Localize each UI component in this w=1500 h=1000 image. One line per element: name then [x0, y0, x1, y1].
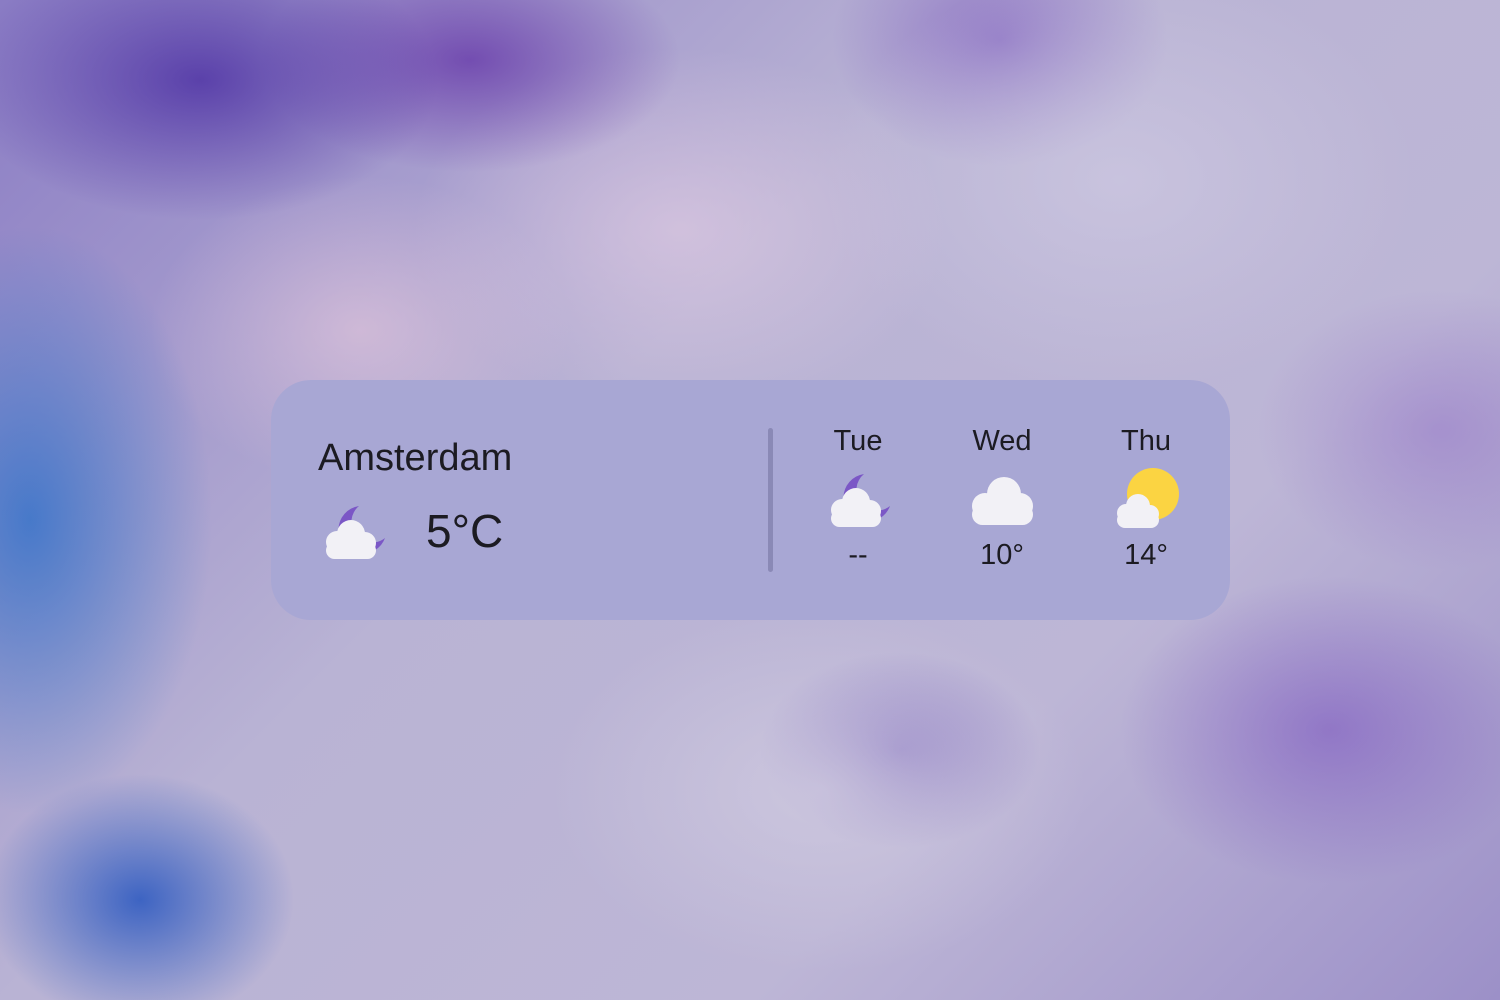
forecast-day-tue[interactable]: Tue -- — [798, 424, 918, 572]
sun-partly-cloudy-icon — [1117, 468, 1179, 528]
current-temperature: 5°C — [426, 505, 504, 557]
forecast-day-label: Wed — [972, 425, 1032, 457]
night-partly-cloudy-icon — [326, 506, 385, 559]
city-name: Amsterdam — [318, 437, 513, 479]
forecast-day-temperature: -- — [848, 539, 868, 571]
weather-widget[interactable]: Amsterdam 5°C Tue -- Wed 10° Thu 14° — [271, 380, 1230, 620]
forecast-day-temperature: 10° — [980, 539, 1024, 571]
night-partly-cloudy-icon — [831, 474, 890, 527]
forecast-day-wed[interactable]: Wed 10° — [942, 424, 1062, 572]
forecast-day-thu[interactable]: Thu 14° — [1086, 424, 1206, 572]
forecast-day-temperature: 14° — [1124, 539, 1168, 571]
divider — [768, 428, 773, 572]
forecast-day-label: Tue — [833, 425, 883, 457]
cloud-icon — [972, 477, 1033, 525]
forecast-day-label: Thu — [1121, 425, 1171, 457]
